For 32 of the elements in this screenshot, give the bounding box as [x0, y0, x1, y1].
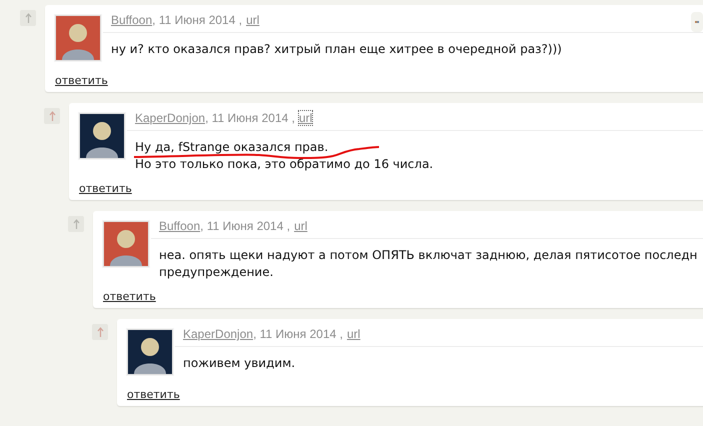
- up-arrow-icon: [24, 12, 32, 24]
- reply-link[interactable]: ответить: [55, 74, 108, 87]
- reply-link[interactable]: ответить: [127, 388, 180, 401]
- comment-text: Ну да, fStrange оказался прав.: [135, 139, 330, 156]
- reply-link[interactable]: ответить: [79, 182, 132, 195]
- dash-icon: [695, 21, 699, 23]
- up-arrow-icon: [96, 326, 104, 338]
- comment-date: , 11 Июня 2014 ,: [205, 111, 295, 125]
- url-link[interactable]: url: [298, 111, 312, 125]
- upvote-button[interactable]: [68, 216, 84, 232]
- comment-text: Но это только пока, это обратимо до 16 числа.: [135, 156, 434, 173]
- author-link[interactable]: KaperDonjon: [183, 327, 254, 341]
- upvote-button[interactable]: [44, 108, 60, 124]
- upvote-button[interactable]: [20, 10, 36, 26]
- side-button[interactable]: [691, 12, 703, 32]
- comment-text: ну и? кто оказался прав? хитрый план еще хитрее в очередной раз?))): [111, 41, 563, 58]
- reply-link[interactable]: ответить: [103, 290, 156, 303]
- url-link[interactable]: url: [294, 219, 308, 233]
- comment-date: , 11 Июня 2014 ,: [253, 327, 343, 341]
- author-link[interactable]: KaperDonjon: [135, 111, 206, 125]
- comment-date: , 11 Июня 2014 ,: [152, 13, 242, 27]
- url-link[interactable]: url: [246, 13, 260, 27]
- up-arrow-icon: [48, 110, 56, 122]
- author-link[interactable]: Buffoon: [159, 219, 200, 233]
- url-link[interactable]: url: [346, 327, 360, 341]
- comment-date: , 11 Июня 2014 ,: [200, 219, 290, 233]
- comment-text: поживем увидим.: [183, 355, 296, 372]
- upvote-button[interactable]: [92, 324, 108, 340]
- author-link[interactable]: Buffoon: [111, 13, 152, 27]
- comment-text: предупреждение.: [159, 264, 274, 281]
- up-arrow-icon: [72, 218, 80, 230]
- comment-text: неа. опять щеки надуют а потом ОПЯТЬ включат заднюю, делая пятисотое последн: [159, 247, 698, 264]
